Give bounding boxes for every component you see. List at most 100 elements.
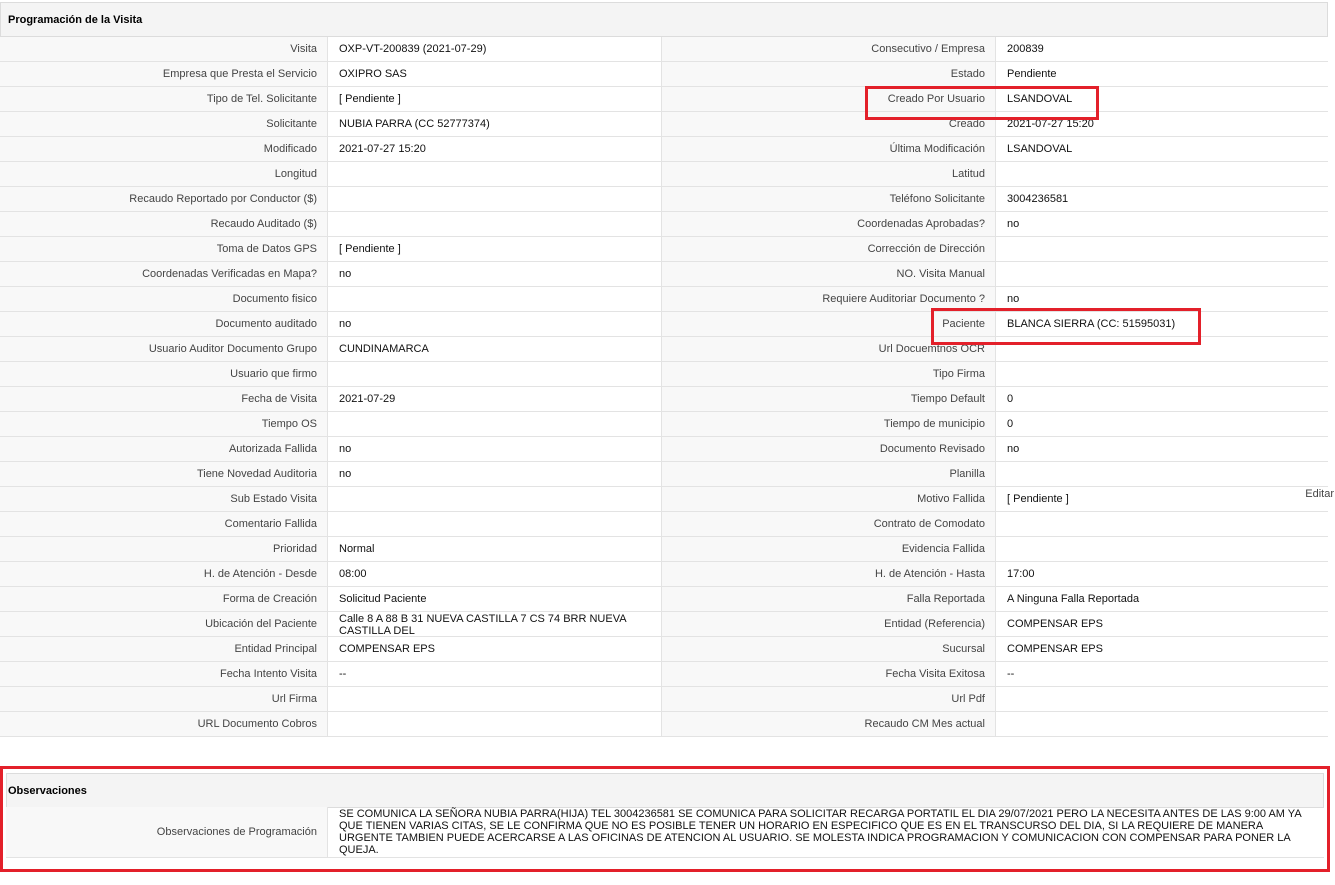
field-value: LSANDOVAL [996, 137, 1328, 162]
field-label: Creado [662, 112, 996, 137]
field-value: COMPENSAR EPS [328, 637, 662, 662]
editar-link[interactable]: Editar [1305, 488, 1334, 500]
field-value [328, 162, 662, 187]
field-label: Tiempo OS [0, 412, 328, 437]
field-label: Solicitante [0, 112, 328, 137]
field-label: Estado [662, 62, 996, 87]
table-row: Documento auditado no Paciente BLANCA SIER… [0, 312, 1328, 337]
field-value [328, 512, 662, 537]
field-value: COMPENSAR EPS [996, 612, 1328, 637]
field-value: no [996, 287, 1328, 312]
field-value [328, 712, 662, 737]
field-value: 2021-07-27 15:20 [328, 137, 662, 162]
field-value [996, 262, 1328, 287]
field-value: Calle 8 A 88 B 31 NUEVA CASTILLA 7 CS 74… [328, 612, 662, 637]
field-label: Sucursal [662, 637, 996, 662]
field-value: Normal [328, 537, 662, 562]
field-label: URL Documento Cobros [0, 712, 328, 737]
field-value: 3004236581 [996, 187, 1328, 212]
table-row: Fecha de Visita 2021-07-29 Tiempo Default… [0, 387, 1328, 412]
field-label: Evidencia Fallida [662, 537, 996, 562]
field-value [996, 362, 1328, 387]
field-label: Fecha de Visita [0, 387, 328, 412]
observaciones-label: Observaciones de Programación [6, 807, 328, 857]
field-label: Toma de Datos GPS [0, 237, 328, 262]
observaciones-row: Observaciones de Programación SE COMUNIC… [6, 807, 1324, 858]
field-value: OXP-VT-200839 (2021-07-29) [328, 37, 662, 62]
field-value [996, 337, 1328, 362]
field-value: OXIPRO SAS [328, 62, 662, 87]
field-label: Url Pdf [662, 687, 996, 712]
field-label: Forma de Creación [0, 587, 328, 612]
field-label: Fecha Visita Exitosa [662, 662, 996, 687]
table-row: Solicitante NUBIA PARRA (CC 52777374) Crea… [0, 112, 1328, 137]
field-label: Documento auditado [0, 312, 328, 337]
field-label: Falla Reportada [662, 587, 996, 612]
field-value: 200839 [996, 37, 1328, 62]
field-value [328, 487, 662, 512]
table-row: Recaudo Auditado ($) Coordenadas Aprobada… [0, 212, 1328, 237]
field-label: Recaudo Reportado por Conductor ($) [0, 187, 328, 212]
field-label: Coordenadas Verificadas en Mapa? [0, 262, 328, 287]
field-label: Comentario Fallida [0, 512, 328, 537]
field-label: Documento fisico [0, 287, 328, 312]
field-label: Autorizada Fallida [0, 437, 328, 462]
field-label: Modificado [0, 137, 328, 162]
field-label: Requiere Auditoriar Documento ? [662, 287, 996, 312]
table-row: URL Documento Cobros Recaudo CM Mes actua… [0, 712, 1328, 737]
field-label: H. de Atención - Desde [0, 562, 328, 587]
field-label: Corrección de Dirección [662, 237, 996, 262]
field-label: Contrato de Comodato [662, 512, 996, 537]
field-value: no [328, 437, 662, 462]
visit-details-table: Visita OXP-VT-200839 (2021-07-29) Consecut… [0, 37, 1328, 737]
field-value: Solicitud Paciente [328, 587, 662, 612]
field-value: 17:00 [996, 562, 1328, 587]
table-row: Recaudo Reportado por Conductor ($) Teléf… [0, 187, 1328, 212]
observaciones-text: SE COMUNICA LA SEÑORA NUBIA PARRA(HIJA) … [339, 808, 1302, 856]
field-value [996, 687, 1328, 712]
field-value [996, 537, 1328, 562]
field-value: 08:00 [328, 562, 662, 587]
field-value: CUNDINAMARCA [328, 337, 662, 362]
field-label: Usuario Auditor Documento Grupo [0, 337, 328, 362]
field-label: Coordenadas Aprobadas? [662, 212, 996, 237]
field-value: BLANCA SIERRA (CC: 51595031) [996, 312, 1328, 337]
field-value: 2021-07-27 15:20 [996, 112, 1328, 137]
table-row: Entidad Principal COMPENSAR EPS Sucursal CO… [0, 637, 1328, 662]
field-value [996, 462, 1328, 487]
table-row: Forma de Creación Solicitud Paciente Falla… [0, 587, 1328, 612]
field-label: Sub Estado Visita [0, 487, 328, 512]
field-value [328, 187, 662, 212]
table-row: Coordenadas Verificadas en Mapa? no NO. V… [0, 262, 1328, 287]
field-label: Teléfono Solicitante [662, 187, 996, 212]
field-value [328, 212, 662, 237]
field-label: Tipo Firma [662, 362, 996, 387]
field-value: 0 [996, 412, 1328, 437]
field-value: no [328, 462, 662, 487]
field-label: Tiempo de municipio [662, 412, 996, 437]
field-value [996, 237, 1328, 262]
field-value: LSANDOVAL [996, 87, 1328, 112]
field-value: [ Pendiente ] [996, 487, 1328, 512]
table-row: Tiempo OS Tiempo de municipio 0 [0, 412, 1328, 437]
table-row: Documento fisico Requiere Auditoriar Docu… [0, 287, 1328, 312]
field-label: Paciente [662, 312, 996, 337]
table-row: Modificado 2021-07-27 15:20 Última Modific… [0, 137, 1328, 162]
field-label: Tipo de Tel. Solicitante [0, 87, 328, 112]
field-value: [ Pendiente ] [328, 87, 662, 112]
field-label: Visita [0, 37, 328, 62]
field-value: 2021-07-29 [328, 387, 662, 412]
field-value [996, 162, 1328, 187]
field-label: Entidad Principal [0, 637, 328, 662]
table-row: Toma de Datos GPS[ Pendiente ] Corrección… [0, 237, 1328, 262]
field-value [996, 712, 1328, 737]
field-label: Ubicación del Paciente [0, 612, 328, 637]
field-label: Recaudo Auditado ($) [0, 212, 328, 237]
field-value: no [328, 262, 662, 287]
section-title-observaciones: Observaciones [6, 773, 1324, 808]
field-label: Última Modificación [662, 137, 996, 162]
field-label: NO. Visita Manual [662, 262, 996, 287]
field-label: Empresa que Presta el Servicio [0, 62, 328, 87]
field-value: NUBIA PARRA (CC 52777374) [328, 112, 662, 137]
table-row: Fecha Intento Visita -- Fecha Visita Exit… [0, 662, 1328, 687]
